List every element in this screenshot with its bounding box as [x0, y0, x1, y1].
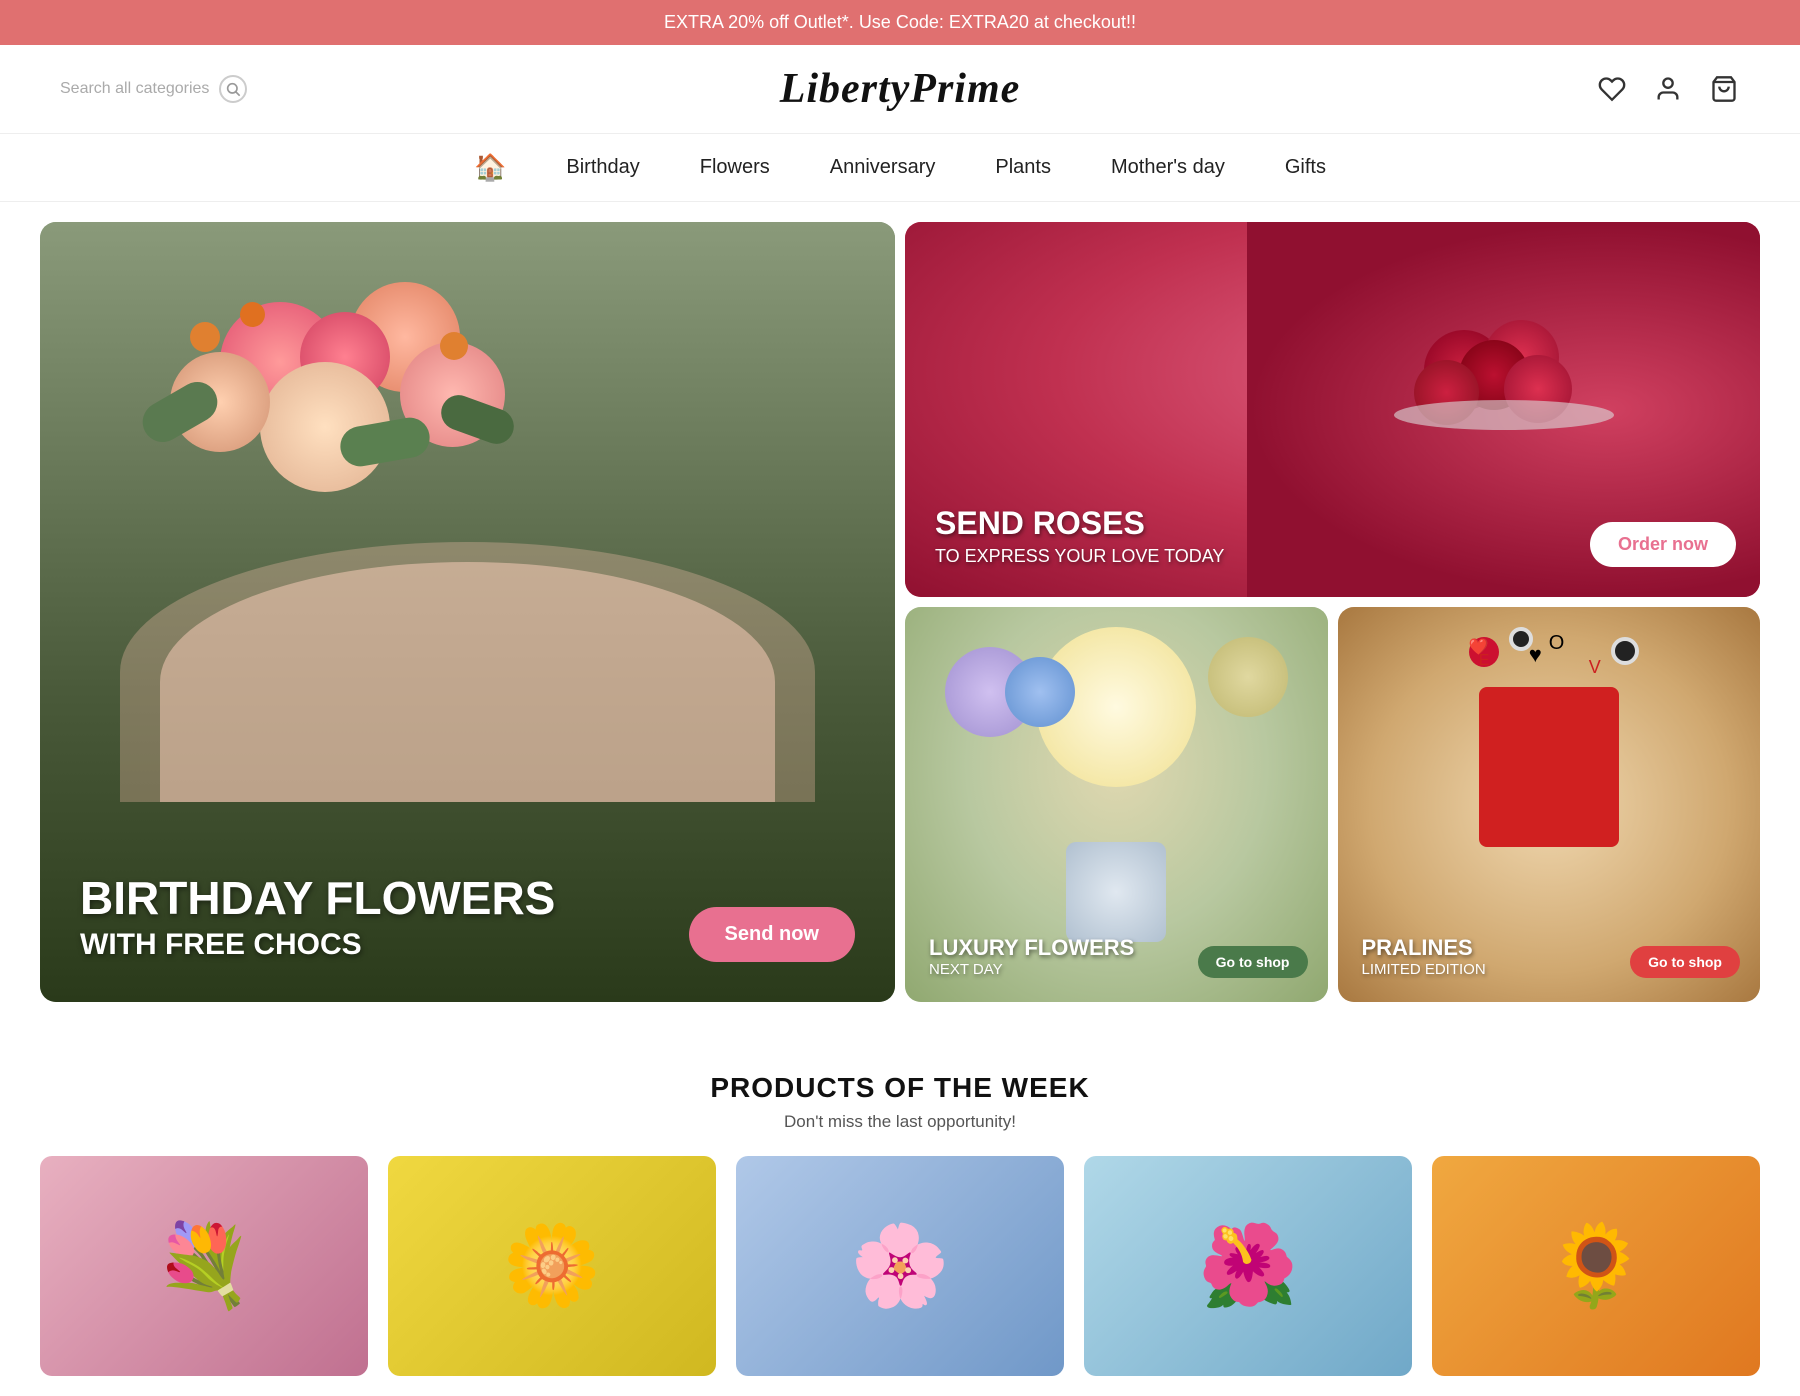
lux-flower-right [1208, 637, 1288, 717]
search-icon [225, 81, 241, 97]
hero-pralines-subtitle: LIMITED EDITION [1362, 961, 1486, 978]
hero-main-banner: BIRTHDAY FLOWERS WITH FREE CHOCS Send no… [40, 222, 895, 1002]
heart-float: ♥ [1529, 642, 1542, 668]
search-label: Search all categories [60, 80, 209, 98]
berry-2 [240, 302, 265, 327]
main-nav: 🏠 Birthday Flowers Anniversary Plants Mo… [0, 134, 1800, 202]
ring-2 [1611, 637, 1639, 665]
berry-1 [190, 322, 220, 352]
luxury-art [905, 607, 1328, 922]
search-button[interactable] [219, 75, 247, 103]
site-header: Search all categories LibertyPrime [0, 45, 1800, 134]
nav-item-mothers-day[interactable]: Mother's day [1111, 156, 1225, 179]
user-icon [1654, 75, 1682, 103]
nav-home-icon[interactable]: 🏠 [474, 152, 506, 183]
letter-e: E [1479, 652, 1490, 670]
hero-luxury-title: LUXURY FLOWERS [929, 935, 1134, 961]
hero-pralines-button[interactable]: Go to shop [1630, 946, 1740, 978]
product-image-3: 🌸 [736, 1156, 1064, 1376]
hero-luxury-subtitle: NEXT DAY [929, 961, 1134, 978]
promo-text: EXTRA 20% off Outlet*. Use Code: EXTRA20… [664, 12, 1136, 32]
hero-pralines-banner: ❤️ O V E ♥ PRALINES LIMITED EDITION Go t… [1338, 607, 1761, 1002]
search-area: Search all categories [60, 75, 360, 103]
hero-main-subtitle: WITH FREE CHOCS [80, 928, 555, 962]
products-subtitle: Don't miss the last opportunity! [40, 1112, 1760, 1132]
hero-roses-title: SEND ROSES [935, 505, 1224, 542]
nav-item-flowers[interactable]: Flowers [700, 156, 770, 179]
rose-bouquet [1404, 310, 1604, 510]
hero-roses-content: SEND ROSES TO EXPRESS YOUR LOVE TODAY [935, 505, 1224, 567]
heart-icon [1598, 75, 1626, 103]
hero-main-title: BIRTHDAY FLOWERS [80, 873, 555, 924]
hero-bottom-row: LUXURY FLOWERS NEXT DAY Go to shop ❤️ O [905, 607, 1760, 1002]
account-button[interactable] [1652, 73, 1684, 105]
berry-3 [440, 332, 468, 360]
wishlist-button[interactable] [1596, 73, 1628, 105]
cart-button[interactable] [1708, 73, 1740, 105]
hero-roses-button[interactable]: Order now [1590, 522, 1736, 567]
hero-roses-banner: SEND ROSES TO EXPRESS YOUR LOVE TODAY Or… [905, 222, 1760, 597]
product-image-1: 💐 [40, 1156, 368, 1376]
cart-icon [1710, 75, 1738, 103]
hero-pralines-content: PRALINES LIMITED EDITION [1362, 935, 1486, 978]
promo-banner: EXTRA 20% off Outlet*. Use Code: EXTRA20… [0, 0, 1800, 45]
header-icons [1440, 73, 1740, 105]
bouquet-art [40, 222, 895, 802]
products-title: PRODUCTS OF THE WEEK [40, 1072, 1760, 1104]
hero-section: BIRTHDAY FLOWERS WITH FREE CHOCS Send no… [0, 202, 1800, 1032]
product-card-2[interactable]: 🌼 [388, 1156, 716, 1376]
site-logo[interactable]: LibertyPrime [780, 65, 1021, 113]
pralines-art: ❤️ O V E ♥ [1449, 627, 1649, 847]
letter-o: O [1549, 632, 1565, 655]
product-card-3[interactable]: 🌸 [736, 1156, 1064, 1376]
hero-luxury-banner: LUXURY FLOWERS NEXT DAY Go to shop [905, 607, 1328, 1002]
products-section: PRODUCTS OF THE WEEK Don't miss the last… [0, 1032, 1800, 1396]
hero-luxury-content: LUXURY FLOWERS NEXT DAY [929, 935, 1134, 978]
nav-item-birthday[interactable]: Birthday [566, 156, 639, 179]
blue-flower [1005, 657, 1075, 727]
nav-item-gifts[interactable]: Gifts [1285, 156, 1326, 179]
hero-pralines-title: PRALINES [1362, 935, 1486, 961]
product-card-4[interactable]: 🌺 [1084, 1156, 1412, 1376]
hero-right-column: SEND ROSES TO EXPRESS YOUR LOVE TODAY Or… [905, 222, 1760, 1002]
hero-main-content: BIRTHDAY FLOWERS WITH FREE CHOCS [80, 873, 555, 962]
hero-main-button[interactable]: Send now [689, 907, 855, 962]
products-grid: 💐 🌼 🌸 🌺 🌻 [40, 1156, 1760, 1376]
product-image-5: 🌻 [1432, 1156, 1760, 1376]
hero-roses-subtitle: TO EXPRESS YOUR LOVE TODAY [935, 546, 1224, 567]
nav-item-plants[interactable]: Plants [995, 156, 1051, 179]
hero-luxury-button[interactable]: Go to shop [1198, 946, 1308, 978]
rose-base [1394, 400, 1614, 430]
product-image-2: 🌼 [388, 1156, 716, 1376]
red-box [1479, 687, 1619, 847]
letter-v: V [1589, 657, 1601, 678]
nav-item-anniversary[interactable]: Anniversary [830, 156, 936, 179]
product-card-1[interactable]: 💐 [40, 1156, 368, 1376]
product-card-5[interactable]: 🌻 [1432, 1156, 1760, 1376]
wrap-fg [160, 562, 775, 802]
vase [1066, 842, 1166, 942]
product-image-4: 🌺 [1084, 1156, 1412, 1376]
